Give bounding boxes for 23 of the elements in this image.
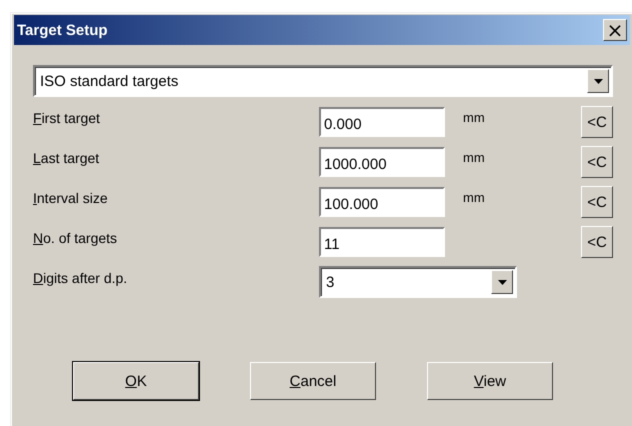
window-title: Target Setup [17, 22, 108, 38]
unit-label: mm [462, 189, 485, 205]
field-label: First target [33, 109, 101, 126]
dialog-button[interactable]: View [427, 362, 553, 400]
field-label: No. of targets [33, 229, 118, 246]
input-field[interactable]: 100.000 [319, 187, 445, 217]
unit-label: mm [462, 149, 485, 165]
field-label: Last target [33, 149, 100, 166]
unit-label: mm [462, 109, 485, 125]
close-button[interactable]: × [603, 19, 627, 41]
input-field[interactable]: 0.000 [319, 107, 445, 137]
reset-button[interactable]: <C [581, 226, 613, 258]
field-label: Interval size [33, 189, 109, 206]
reset-button[interactable]: <C [581, 146, 613, 178]
input-field[interactable]: 11 [319, 227, 445, 257]
digits-dropdown[interactable]: 3 [319, 266, 517, 298]
dialog-button[interactable]: Cancel [250, 362, 376, 400]
reset-button[interactable]: <C [581, 106, 613, 138]
field-label: Digits after d.p. [33, 269, 128, 286]
dialog-button[interactable]: OK [73, 362, 199, 400]
input-field[interactable]: 1000.000 [319, 147, 445, 177]
reset-button[interactable]: <C [581, 186, 613, 218]
preset-dropdown[interactable]: ISO standard targets [33, 65, 613, 97]
